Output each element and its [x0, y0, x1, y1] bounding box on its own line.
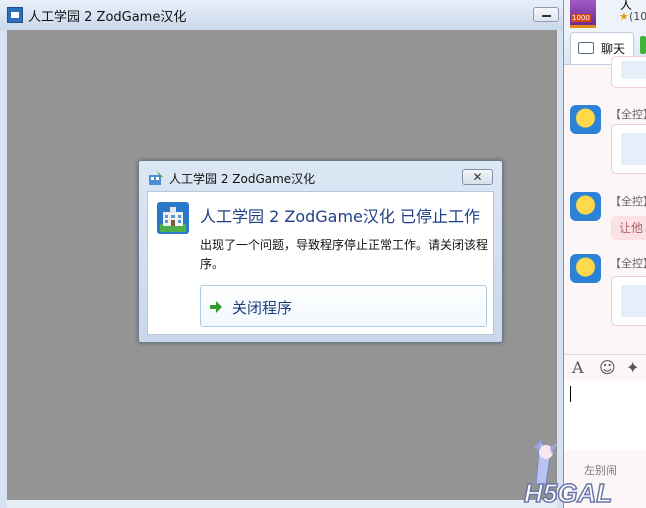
- sender-name: 【全控】: [610, 257, 646, 270]
- app-small-icon: [149, 171, 163, 185]
- image-placeholder-icon: [621, 133, 646, 165]
- minimize-button[interactable]: [533, 7, 559, 22]
- image-placeholder-icon: [621, 285, 646, 317]
- school-app-icon: [157, 202, 189, 234]
- watermark-text: H5GAL: [524, 478, 612, 508]
- image-message[interactable]: [611, 56, 646, 88]
- close-program-button[interactable]: 关闭程序: [200, 285, 487, 327]
- app-icon: [7, 7, 23, 23]
- contact-level: (10: [629, 10, 646, 23]
- sender-avatar[interactable]: [570, 254, 601, 283]
- tab-app[interactable]: [640, 36, 646, 54]
- font-icon[interactable]: A: [572, 358, 584, 377]
- text-caret: [570, 386, 571, 402]
- close-program-label: 关闭程序: [232, 299, 293, 317]
- window-bottom-border: [7, 500, 557, 508]
- green-arrow-icon: [210, 301, 222, 313]
- image-message[interactable]: [611, 276, 646, 326]
- tab-chat-label: 聊天: [601, 42, 626, 56]
- sender-name: 【全控】: [610, 195, 646, 208]
- error-dialog: 人工学园 2 ZodGame汉化 ✕ 人工学园 2 ZodGame汉化 已停止工…: [138, 160, 503, 343]
- dialog-body: 人工学园 2 ZodGame汉化 已停止工作 出现了一个问题，导致程序停止正常工…: [147, 191, 494, 335]
- magic-wand-icon[interactable]: ✦: [626, 358, 639, 377]
- sender-avatar[interactable]: [570, 192, 601, 221]
- image-message[interactable]: [611, 124, 646, 174]
- sender-avatar[interactable]: [570, 105, 601, 134]
- error-heading: 人工学园 2 ZodGame汉化 已停止工作: [200, 207, 480, 226]
- window-title: 人工学园 2 ZodGame汉化: [28, 10, 187, 25]
- chat-toolbar: A ☺ ✦: [564, 354, 646, 381]
- chat-bubble-icon: [578, 42, 594, 54]
- chat-header: 1000 人 ★ (10: [564, 0, 646, 30]
- star-icon: ★: [619, 10, 629, 23]
- main-window: 人工学园 2 ZodGame汉化 人工学园 2 ZodGame汉化 ✕ 人工学园…: [0, 0, 564, 508]
- image-placeholder-icon: [621, 61, 646, 79]
- emoji-icon[interactable]: ☺: [599, 358, 616, 377]
- sender-name: 【全控】: [610, 108, 646, 121]
- window-titlebar[interactable]: 人工学园 2 ZodGame汉化: [0, 0, 563, 30]
- text-message[interactable]: 让他: [611, 216, 646, 240]
- avatar-badge: 1000: [571, 14, 591, 22]
- dialog-close-button[interactable]: ✕: [462, 169, 493, 185]
- dialog-title: 人工学园 2 ZodGame汉化: [169, 172, 316, 186]
- watermark-logo: H5GAL: [523, 438, 613, 508]
- chat-panel: 1000 人 ★ (10 聊天 【全控】 【全控】 让他 【全控】 A ☺ ✦: [564, 0, 646, 508]
- message-list: 【全控】 【全控】 让他 【全控】: [564, 56, 646, 354]
- error-message: 出现了一个问题，导致程序停止正常工作。请关闭该程序。: [200, 238, 489, 271]
- contact-avatar[interactable]: 1000: [570, 0, 596, 28]
